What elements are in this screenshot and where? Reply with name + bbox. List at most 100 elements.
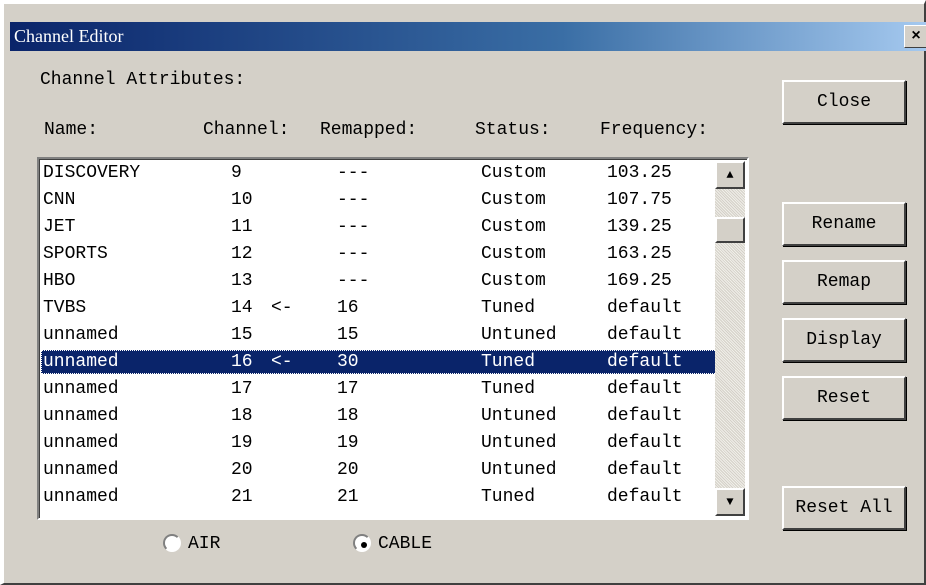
cable-radio-label[interactable]: CABLE: [378, 534, 432, 554]
channel-row[interactable]: unnamed 16 <- 30 Tuned default: [41, 350, 717, 374]
title-bar[interactable]: Channel Editor ×: [10, 22, 926, 51]
channel-frequency: 103.25: [607, 163, 672, 183]
cable-radio-circle[interactable]: [353, 534, 371, 552]
rename-button[interactable]: Rename: [782, 202, 906, 246]
channel-number: 13: [231, 271, 253, 291]
channel-row[interactable]: TVBS 14 <- 16 Tuned default: [41, 296, 717, 320]
remap-button[interactable]: Remap: [782, 260, 906, 304]
column-header-remapped: Remapped:: [320, 120, 418, 140]
channel-status: Tuned: [481, 379, 536, 399]
channel-number: 11: [231, 217, 253, 237]
channel-row[interactable]: unnamed 18 18 Untuned default: [41, 404, 717, 428]
column-header-status: Status:: [475, 120, 551, 140]
channel-frequency: 163.25: [607, 244, 672, 264]
channel-name: JET: [43, 217, 76, 237]
channel-number: 12: [231, 244, 253, 264]
remapped-channel: 17: [337, 379, 359, 399]
reset-all-button[interactable]: Reset All: [782, 486, 906, 530]
channel-name: DISCOVERY: [43, 163, 141, 183]
channel-name: unnamed: [43, 325, 119, 345]
channel-row[interactable]: HBO 13 --- Custom 169.25: [41, 269, 717, 293]
channel-row[interactable]: unnamed 21 21 Tuned default: [41, 485, 717, 509]
remapped-channel: 15: [337, 325, 359, 345]
channel-number: 15: [231, 325, 253, 345]
scroll-thumb[interactable]: [715, 217, 745, 243]
scroll-down-icon[interactable]: ▼: [715, 488, 745, 516]
remapped-channel: 18: [337, 406, 359, 426]
channel-row[interactable]: unnamed 15 15 Untuned default: [41, 323, 717, 347]
channel-status: Tuned: [481, 298, 536, 318]
remapped-channel: ---: [337, 244, 370, 264]
scroll-up-icon[interactable]: ▲: [715, 161, 745, 189]
remapped-channel: ---: [337, 217, 370, 237]
channel-frequency: default: [607, 460, 683, 480]
channel-status: Custom: [481, 244, 546, 264]
remap-arrow: <-: [271, 298, 293, 318]
channel-number: 19: [231, 433, 253, 453]
channel-number: 16: [231, 352, 253, 372]
channel-frequency: 169.25: [607, 271, 672, 291]
remapped-channel: 16: [337, 298, 359, 318]
channel-row[interactable]: CNN 10 --- Custom 107.75: [41, 188, 717, 212]
channel-number: 18: [231, 406, 253, 426]
channel-name: CNN: [43, 190, 76, 210]
channel-status: Custom: [481, 217, 546, 237]
channel-name: unnamed: [43, 487, 119, 507]
channel-frequency: 107.75: [607, 190, 672, 210]
column-header-frequency: Frequency:: [600, 120, 709, 140]
channel-number: 14: [231, 298, 253, 318]
channel-status: Custom: [481, 271, 546, 291]
channel-attributes-label: Channel Attributes:: [40, 70, 246, 90]
channel-frequency: default: [607, 406, 683, 426]
channel-name: unnamed: [43, 379, 119, 399]
channel-name: TVBS: [43, 298, 87, 318]
channel-frequency: default: [607, 487, 683, 507]
display-button[interactable]: Display: [782, 318, 906, 362]
channel-row[interactable]: unnamed 17 17 Tuned default: [41, 377, 717, 401]
remapped-channel: ---: [337, 190, 370, 210]
channel-frequency: default: [607, 298, 683, 318]
channel-status: Untuned: [481, 460, 557, 480]
channel-row[interactable]: JET 11 --- Custom 139.25: [41, 215, 717, 239]
remapped-channel: ---: [337, 271, 370, 291]
channel-name: unnamed: [43, 460, 119, 480]
channel-status: Custom: [481, 190, 546, 210]
channel-frequency: default: [607, 379, 683, 399]
channel-status: Tuned: [481, 487, 536, 507]
channel-row[interactable]: SPORTS 12 --- Custom 163.25: [41, 242, 717, 266]
remapped-channel: 19: [337, 433, 359, 453]
remapped-channel: ---: [337, 163, 370, 183]
close-button[interactable]: Close: [782, 80, 906, 124]
channel-name: HBO: [43, 271, 76, 291]
channel-number: 21: [231, 487, 253, 507]
channel-status: Untuned: [481, 325, 557, 345]
remap-arrow: <-: [271, 352, 293, 372]
channel-number: 20: [231, 460, 253, 480]
channel-name: SPORTS: [43, 244, 108, 264]
channel-row[interactable]: DISCOVERY 9 --- Custom 103.25: [41, 161, 717, 185]
remapped-channel: 21: [337, 487, 359, 507]
reset-button[interactable]: Reset: [782, 376, 906, 420]
channel-number: 10: [231, 190, 253, 210]
channel-name: unnamed: [43, 433, 119, 453]
air-radio-circle[interactable]: [163, 534, 181, 552]
channel-name: unnamed: [43, 352, 119, 372]
channel-list[interactable]: DISCOVERY 9 --- Custom 103.25 CNN 10 --- Custom 1…: [37, 157, 749, 520]
channel-status: Custom: [481, 163, 546, 183]
channel-frequency: default: [607, 325, 683, 345]
channel-frequency: default: [607, 352, 683, 372]
channel-frequency: default: [607, 433, 683, 453]
column-header-channel: Channel:: [203, 120, 290, 140]
remapped-channel: 20: [337, 460, 359, 480]
channel-status: Untuned: [481, 406, 557, 426]
channel-frequency: 139.25: [607, 217, 672, 237]
channel-status: Untuned: [481, 433, 557, 453]
air-radio-label[interactable]: AIR: [188, 534, 220, 554]
channel-row[interactable]: unnamed 19 19 Untuned default: [41, 431, 717, 455]
remapped-channel: 30: [337, 352, 359, 372]
cable-radio-dot: [361, 542, 367, 548]
close-icon[interactable]: ×: [904, 25, 926, 48]
channel-row[interactable]: unnamed 20 20 Untuned default: [41, 458, 717, 482]
channel-number: 9: [231, 163, 242, 183]
vertical-scrollbar[interactable]: ▲ ▼: [715, 161, 745, 516]
